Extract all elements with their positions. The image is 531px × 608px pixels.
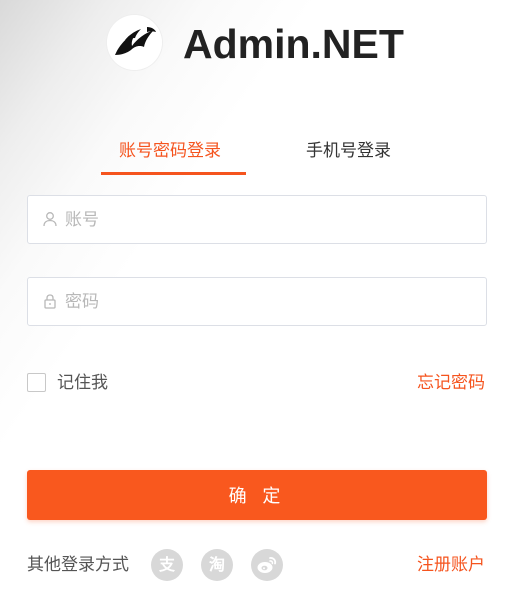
register-link[interactable]: 注册账户 bbox=[417, 554, 485, 576]
forgot-password-link[interactable]: 忘记密码 bbox=[417, 372, 485, 394]
tab-phone-login[interactable]: 手机号登录 bbox=[306, 140, 391, 162]
alipay-icon[interactable]: 支 bbox=[151, 549, 183, 581]
account-field[interactable] bbox=[27, 195, 487, 244]
account-input[interactable] bbox=[65, 196, 465, 243]
active-tab-indicator bbox=[101, 172, 246, 175]
other-login-label: 其他登录方式 bbox=[27, 555, 129, 575]
app-title: Admin.NET bbox=[183, 21, 404, 67]
login-header: Admin.NET bbox=[0, 0, 531, 92]
taobao-icon[interactable]: 淘 bbox=[201, 549, 233, 581]
user-icon bbox=[43, 212, 57, 227]
tab-account-password-login[interactable]: 账号密码登录 bbox=[119, 140, 221, 162]
weibo-icon[interactable] bbox=[251, 549, 283, 581]
taobao-glyph: 淘 bbox=[208, 555, 225, 574]
submit-button[interactable]: 确 定 bbox=[27, 470, 487, 520]
remember-label[interactable]: 记住我 bbox=[57, 372, 108, 394]
password-input[interactable] bbox=[65, 278, 465, 325]
login-tabs: 账号密码登录 手机号登录 bbox=[0, 130, 531, 180]
alipay-glyph: 支 bbox=[158, 555, 175, 574]
password-field[interactable] bbox=[27, 277, 487, 326]
eagle-logo-icon bbox=[107, 15, 162, 70]
lock-icon bbox=[44, 294, 56, 309]
weibo-glyph-icon bbox=[257, 557, 277, 573]
remember-checkbox[interactable] bbox=[27, 373, 46, 392]
